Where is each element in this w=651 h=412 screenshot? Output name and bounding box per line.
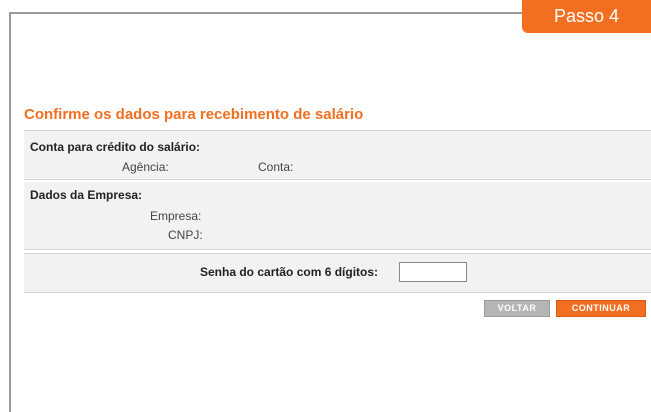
- password-input[interactable]: [399, 262, 467, 282]
- continue-button[interactable]: CONTINUAR: [556, 300, 646, 317]
- step-badge: Passo 4: [522, 0, 651, 33]
- account-heading: Conta para crédito do salário:: [30, 140, 201, 154]
- cnpj-label: CNPJ:: [168, 228, 203, 242]
- agency-label: Agência:: [122, 160, 169, 174]
- password-label: Senha do cartão com 6 dígitos:: [200, 265, 379, 279]
- company-label: Empresa:: [150, 209, 202, 223]
- company-panel: Dados da Empresa: Empresa: CNPJ:: [24, 182, 651, 250]
- account-panel: Conta para crédito do salário: Agência: …: [24, 130, 651, 180]
- company-heading: Dados da Empresa:: [30, 188, 143, 202]
- page-title: Confirme os dados para recebimento de sa…: [24, 106, 364, 123]
- account-label: Conta:: [258, 160, 294, 174]
- back-button[interactable]: VOLTAR: [484, 300, 550, 317]
- password-panel: Senha do cartão com 6 dígitos:: [24, 253, 651, 293]
